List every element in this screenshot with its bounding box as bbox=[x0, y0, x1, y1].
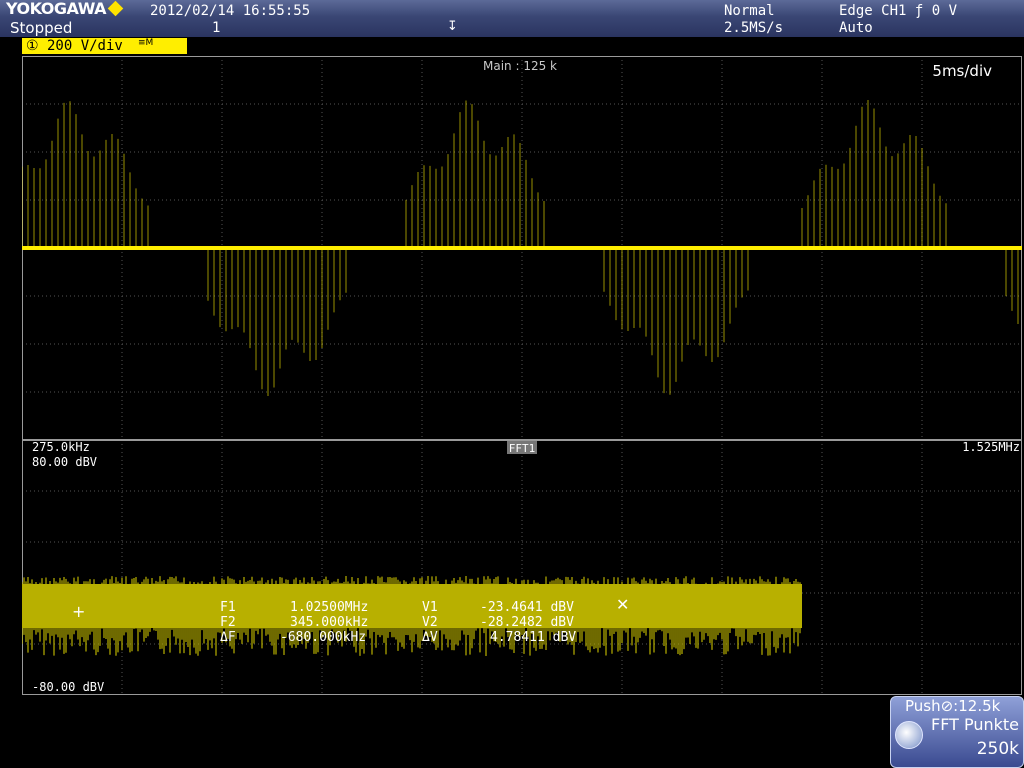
cursor-f2-value: 345.000kHz bbox=[290, 615, 368, 630]
cursor-v1-label: V1 bbox=[422, 600, 438, 615]
acquisition-count: 1 bbox=[212, 20, 221, 36]
jog-knob-icon[interactable] bbox=[895, 721, 923, 749]
trigger-settings: Edge CH1 ƒ 0 V bbox=[839, 3, 958, 19]
fft-label: FFT1 bbox=[509, 442, 536, 455]
trigger-mode: Auto bbox=[839, 20, 873, 36]
cursor-df-label: ΔF bbox=[220, 630, 236, 645]
cursor-df-value: -680.000kHz bbox=[280, 630, 366, 645]
knob-function-title: FFT Punkte bbox=[931, 715, 1020, 734]
cursor-v2-value: -28.2482 dBV bbox=[480, 615, 574, 630]
run-state: Stopped bbox=[10, 19, 73, 37]
channel1-scale-badge[interactable]: ① 200 V/div ≡M bbox=[22, 38, 187, 54]
brand-logo: YOKOGAWA bbox=[6, 0, 107, 18]
fft-top-level: 80.00 dBV bbox=[32, 455, 97, 469]
cursor-f1-value: 1.02500MHz bbox=[290, 600, 368, 615]
cursor1-marker-icon[interactable]: ✕ bbox=[616, 595, 629, 614]
fft-start-frequency: 275.0kHz bbox=[32, 440, 90, 454]
status-bar: YOKOGAWA Stopped 2012/02/14 16:55:55 1 ↧… bbox=[0, 0, 1024, 37]
trigger-position-icon: ↧ bbox=[447, 19, 458, 34]
acquisition-mode: Normal bbox=[724, 3, 775, 19]
cursor-v1-value: -23.4641 dBV bbox=[480, 600, 574, 615]
bandwidth-limit-icon: ≡M bbox=[138, 38, 154, 48]
datetime: 2012/02/14 16:55:55 bbox=[150, 3, 311, 19]
knob-push-hint: Push⊘:12.5k bbox=[905, 697, 1001, 715]
cursor-f2-label: F2 bbox=[220, 615, 236, 630]
cursor-dv-label: ΔV bbox=[422, 630, 438, 645]
cursor-v2-label: V2 bbox=[422, 615, 438, 630]
jog-knob-panel[interactable]: Push⊘:12.5k FFT Punkte 250k bbox=[890, 696, 1024, 768]
fft-points-value: 250k bbox=[976, 739, 1019, 759]
fft-stop-frequency: 1.525MHz bbox=[962, 440, 1020, 454]
sample-rate: 2.5MS/s bbox=[724, 20, 784, 36]
timebase-label: 5ms/div bbox=[932, 62, 992, 80]
oscilloscope-display: Main : 125 k 5ms/div 275.0kHz 80.00 dBV … bbox=[22, 56, 1022, 696]
cursor2-marker-icon[interactable]: + bbox=[72, 602, 85, 621]
brand-diamond-icon bbox=[107, 0, 124, 17]
record-length-label: Main : 125 k bbox=[483, 59, 557, 73]
channel1-scale: ① 200 V/div bbox=[26, 38, 123, 54]
cursor-f1-label: F1 bbox=[220, 600, 236, 615]
cursor-dv-value: 4.78411 dBV bbox=[490, 630, 576, 645]
fft-bottom-level: -80.00 dBV bbox=[32, 680, 104, 694]
